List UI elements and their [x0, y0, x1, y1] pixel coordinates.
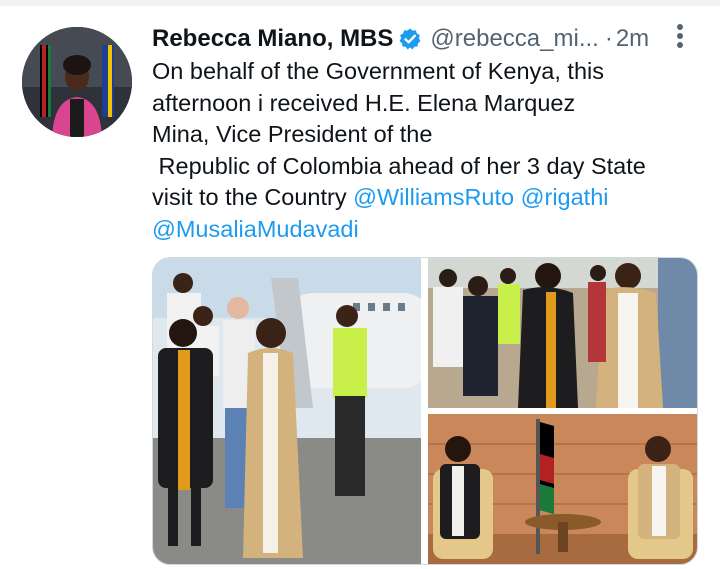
tweet-text-line: On behalf of the Government of Kenya, th… — [152, 58, 604, 84]
mention-williamsruto[interactable]: @WilliamsRuto — [353, 184, 514, 210]
tweet-time[interactable]: 2m — [616, 25, 649, 53]
tweet-text-line: Republic of Colombia ahead of her 3 day … — [152, 152, 646, 179]
airport-arrival-photo[interactable] — [153, 258, 421, 564]
meta-separator: · — [604, 25, 613, 52]
mention-rigathi[interactable]: @rigathi — [521, 184, 609, 210]
author-handle[interactable]: @rebecca_mi... — [430, 25, 598, 53]
avatar[interactable] — [22, 27, 132, 137]
tweet-header: Rebecca Miano, MBS @rebecca_mi... · 2m — [152, 22, 712, 56]
meeting-room-photo[interactable] — [428, 414, 697, 564]
more-options-icon[interactable] — [670, 22, 690, 52]
author-name[interactable]: Rebecca Miano, MBS — [152, 25, 393, 53]
tweet-text-line-mention: @MusaliaMudavadi — [152, 214, 692, 246]
verified-badge-icon — [398, 27, 422, 51]
tweet-text: On behalf of the Government of Kenya, th… — [152, 56, 692, 245]
mention-musaliamudavadi[interactable]: @MusaliaMudavadi — [152, 216, 359, 242]
tweet-text-fragment: visit to the Country — [152, 184, 354, 210]
greeting-photo[interactable] — [428, 258, 697, 408]
media-grid — [152, 257, 698, 565]
tweet-text-line: afternoon i received H.E. Elena Marquez — [152, 89, 576, 116]
top-divider — [0, 0, 720, 6]
tweet-text-line-with-mentions: visit to the Country @WilliamsRuto @riga… — [152, 182, 692, 214]
tweet-text-line: Mina, Vice President of the — [152, 121, 433, 147]
